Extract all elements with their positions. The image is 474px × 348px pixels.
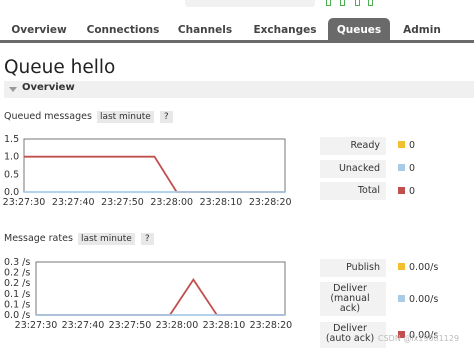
legend-total-value: 0	[398, 186, 415, 197]
plot-frame	[23, 138, 286, 193]
legend-label: Publish	[346, 262, 380, 273]
legend-publish-value: 0.00/s	[398, 262, 438, 273]
y-tick-label: 0.5	[4, 169, 19, 180]
section-label: Overview	[22, 82, 75, 93]
x-tick-label: 23:28:10	[200, 197, 243, 208]
value: 0	[409, 186, 416, 197]
legend-label: Total	[357, 185, 380, 196]
deliver-manual-swatch-icon	[398, 295, 405, 302]
tab-exchanges[interactable]: Exchanges	[246, 18, 324, 40]
value: 0.00/s	[409, 294, 439, 305]
legend-label: Ready	[350, 140, 381, 151]
y-tick-label: 1.0	[4, 152, 19, 163]
y-tick-label: 1.5	[4, 134, 19, 145]
legend-deliver-manual: Deliver (manual ack)	[320, 282, 386, 316]
y-tick-label: 0.2 /s	[4, 268, 30, 279]
x-tick-label: 23:28:00	[156, 320, 199, 331]
queued-heading: Queued messages	[4, 111, 92, 122]
value: 0.00/s	[409, 262, 439, 273]
tab-admin[interactable]: Admin	[396, 18, 448, 40]
rates-heading: Message rates	[4, 233, 73, 244]
value: 0	[409, 140, 416, 151]
top-bar	[0, 0, 474, 16]
unacked-swatch-icon	[398, 164, 405, 171]
menu-icon[interactable]	[326, 0, 331, 6]
total-swatch-icon	[398, 187, 405, 194]
page-title: Queue hello	[4, 57, 115, 78]
queued-messages-chart: 1.51.00.50.023:27:30 23:27:40 23:27:50 23:2…	[3, 134, 292, 208]
x-tick-label: 23:27:50	[109, 320, 152, 331]
x-tick-label: 23:27:40	[62, 320, 105, 331]
plot-frame	[35, 261, 286, 316]
legend-label: Deliver (manual ack)	[330, 283, 370, 314]
x-tick-label: 23:27:30	[3, 197, 46, 208]
main-nav: Overview Connections Channels Exchanges …	[0, 18, 474, 43]
legend-unacked: Unacked	[320, 160, 386, 178]
overview-section-toggle[interactable]: Overview	[4, 80, 474, 98]
legend-label: Deliver (auto ack)	[325, 323, 375, 344]
tab-queues[interactable]: Queues	[328, 18, 390, 40]
queue-name: hello	[70, 57, 116, 78]
x-tick-label: 23:27:50	[101, 197, 144, 208]
legend-publish: Publish	[320, 259, 386, 277]
publish-swatch-icon	[398, 263, 405, 270]
message-rates-chart: 0.3 /s0.2 /s0.2 /s0.1 /s0.1 /s0.0 /s23:2…	[4, 257, 293, 331]
help-button[interactable]: ?	[140, 233, 154, 245]
tab-channels[interactable]: Channels	[172, 18, 238, 40]
y-tick-label: 0.3 /s	[4, 257, 30, 268]
x-tick-label: 23:27:30	[15, 320, 58, 331]
menu-icon[interactable]	[340, 0, 345, 6]
y-tick-label: 0.2 /s	[4, 278, 30, 289]
x-tick-label: 23:27:40	[52, 197, 95, 208]
menu-icon[interactable]	[355, 0, 360, 6]
x-tick-label: 23:28:00	[150, 197, 193, 208]
range-select[interactable]: last minute	[96, 111, 154, 123]
help-button[interactable]: ?	[159, 111, 173, 123]
queued-heading-row: Queued messages last minute ?	[4, 111, 173, 123]
legend-deliver-manual-value: 0.00/s	[398, 294, 438, 305]
tab-connections[interactable]: Connections	[82, 18, 164, 40]
y-tick-label: 0.1 /s	[4, 289, 30, 300]
y-tick-label: 0.1 /s	[4, 299, 30, 310]
watermark: CSDN @lx19081129	[378, 334, 460, 343]
menu-icon[interactable]	[368, 0, 373, 6]
legend-unacked-value: 0	[398, 163, 415, 174]
range-select[interactable]: last minute	[77, 233, 135, 245]
ready-swatch-icon	[398, 141, 405, 148]
x-tick-label: 23:28:20	[249, 197, 292, 208]
legend-total: Total	[320, 182, 386, 200]
legend-deliver-auto: Deliver (auto ack)	[320, 322, 386, 348]
value: 0	[409, 163, 416, 174]
collapse-arrow-icon	[9, 87, 17, 92]
top-pill	[185, 0, 315, 7]
title-prefix: Queue	[4, 57, 65, 78]
x-tick-label: 23:28:10	[203, 320, 246, 331]
rates-heading-row: Message rates last minute ?	[4, 233, 154, 245]
x-tick-label: 23:28:20	[250, 320, 293, 331]
legend-label: Unacked	[338, 163, 380, 174]
legend-ready: Ready	[320, 137, 386, 155]
legend-ready-value: 0	[398, 140, 415, 151]
tab-overview[interactable]: Overview	[4, 18, 74, 40]
